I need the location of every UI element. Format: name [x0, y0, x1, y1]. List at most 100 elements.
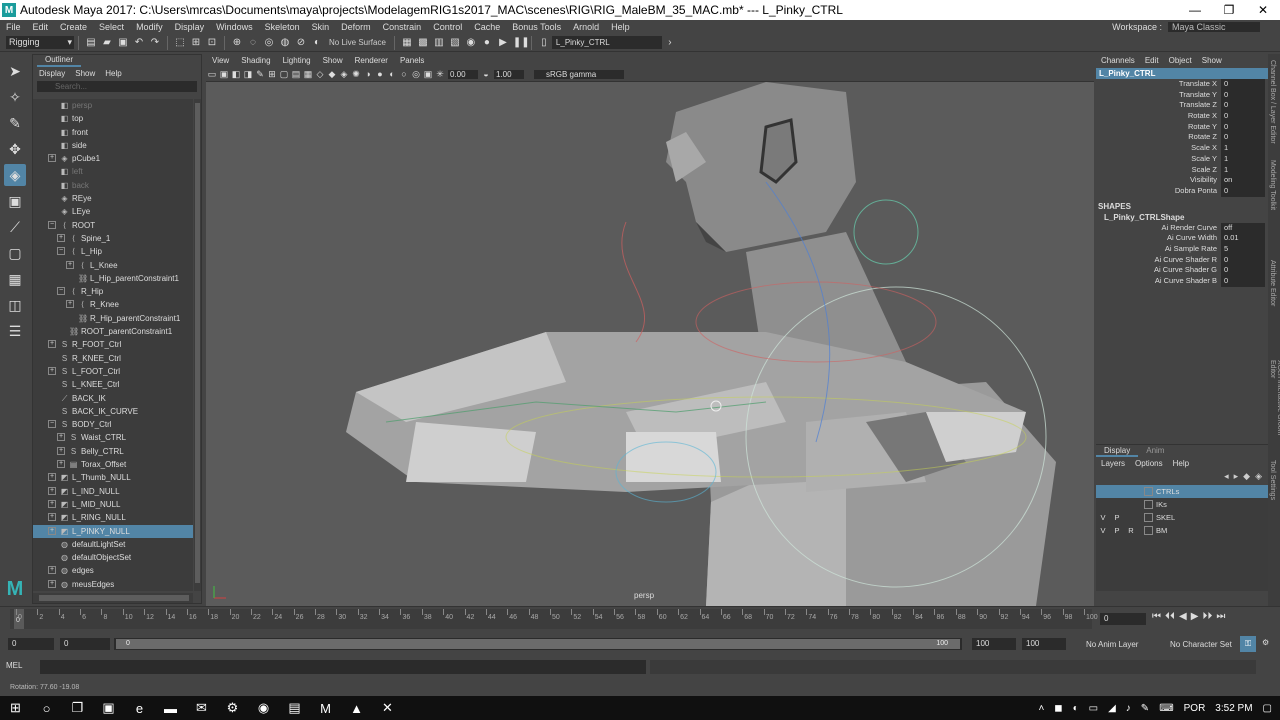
expand-icon[interactable]: +	[48, 566, 56, 575]
display-layer-row[interactable]: V P R BM	[1096, 524, 1268, 537]
quick-selection-field[interactable]: L_Pinky_CTRL	[551, 36, 662, 49]
viewport-menu-view[interactable]: View	[206, 54, 235, 67]
render-settings-icon[interactable]: ▧	[449, 37, 461, 49]
outliner-row[interactable]: − ⟨ R_Hip	[33, 285, 193, 298]
bookmark-icon[interactable]: ◧	[230, 69, 242, 80]
select-object-icon[interactable]: ⊞	[190, 37, 202, 49]
play-icon[interactable]: ▶	[497, 37, 509, 49]
channel-label[interactable]: Translate Y	[1096, 90, 1221, 101]
keyboard-icon[interactable]: ⌨	[1159, 703, 1173, 714]
expand-icon[interactable]: +	[66, 300, 74, 309]
outliner-menu-show[interactable]: Show	[75, 67, 95, 81]
outliner-row[interactable]: + ◍ meusEdges	[33, 578, 193, 591]
cortana-search-icon[interactable]: ○	[31, 701, 62, 716]
volume-icon[interactable]: ♪	[1126, 703, 1131, 714]
channel-label[interactable]: Translate X	[1096, 79, 1221, 90]
move-layer-up-icon[interactable]: ◂	[1224, 471, 1229, 485]
layer-toggle-p[interactable]: P	[1110, 513, 1124, 522]
notifications-icon[interactable]: ▢	[1263, 703, 1272, 714]
channel-label[interactable]: Translate Z	[1096, 100, 1221, 111]
tool-app-icon[interactable]: ✕	[372, 700, 403, 716]
timeline-bar[interactable]: 0 0 2 4 6 8 10 12 14 16 18 20 22 24 26 28 30 32 34 36 38 40 4…	[10, 609, 1098, 629]
settings-app-icon[interactable]: ⚙	[217, 700, 248, 716]
menu-display[interactable]: Display	[169, 22, 211, 32]
channel-label[interactable]: Ai Curve Width	[1096, 233, 1221, 244]
character-set-dropdown[interactable]: No Character Set	[1170, 640, 1232, 649]
outliner-tab[interactable]: Outliner	[37, 55, 81, 67]
new-layer-selected-icon[interactable]: ◈	[1255, 471, 1262, 485]
file-explorer-icon[interactable]: ▬	[155, 701, 186, 716]
exposure-field[interactable]: 0.00	[448, 69, 478, 79]
collapse-icon[interactable]: −	[57, 287, 65, 296]
outliner-row[interactable]: ◧ persp	[33, 99, 193, 112]
outliner-row[interactable]: − ⟨ L_Hip	[33, 245, 193, 258]
shadows-icon[interactable]: ◑	[362, 69, 374, 79]
channel-label[interactable]: Scale Z	[1096, 165, 1221, 176]
select-hierarchy-icon[interactable]: ⬚	[174, 37, 186, 49]
display-layer-row[interactable]: CTRLs	[1096, 485, 1268, 498]
channel-label[interactable]: Ai Curve Shader G	[1096, 265, 1221, 276]
open-scene-icon[interactable]: ▰	[101, 37, 113, 49]
outliner-row[interactable]: + ◩ L_RING_NULL	[33, 511, 193, 524]
color-space-dropdown[interactable]: sRGB gamma	[534, 69, 624, 79]
select-component-icon[interactable]: ⊡	[206, 37, 218, 49]
expand-icon[interactable]: +	[57, 446, 65, 455]
wireframe-icon[interactable]: ◇	[314, 69, 326, 80]
layer-toggle-v[interactable]: V	[1096, 513, 1110, 522]
display-layer-row[interactable]: IKs	[1096, 498, 1268, 511]
viewport-menu-show[interactable]: Show	[317, 54, 349, 67]
paint-select-icon[interactable]: ✎	[4, 112, 26, 134]
outliner-layout-icon[interactable]: ☰	[4, 320, 26, 342]
menu-help[interactable]: Help	[605, 22, 636, 32]
lasso-tool-icon[interactable]: ✧	[4, 86, 26, 108]
outliner-row[interactable]: S L_KNEE_Ctrl	[33, 378, 193, 391]
expand-icon[interactable]: +	[48, 473, 56, 482]
expand-icon[interactable]: +	[48, 340, 56, 349]
task-view-icon[interactable]: ❐	[62, 700, 93, 716]
resolution-gate-icon[interactable]: ▤	[290, 69, 302, 80]
outliner-row[interactable]: + ◩ L_Thumb_NULL	[33, 471, 193, 484]
select-tool-icon[interactable]: ➤	[4, 60, 26, 82]
channel-value-field[interactable]: 0	[1221, 185, 1265, 197]
anim-start-field[interactable]: 0	[8, 638, 54, 650]
outliner-row[interactable]: + S Belly_CTRL	[33, 445, 193, 458]
expand-icon[interactable]: +	[66, 260, 74, 269]
menu-set-dropdown[interactable]: Rigging	[6, 36, 74, 49]
pause-icon[interactable]: ❚❚	[513, 37, 530, 49]
edge-browser-icon[interactable]: e	[124, 701, 155, 716]
grid-toggle-icon[interactable]: ⊞	[266, 69, 278, 80]
maya-taskbar-icon[interactable]: M	[310, 701, 341, 716]
viewport-menu-panels[interactable]: Panels	[394, 54, 430, 67]
outliner-vertical-scrollbar[interactable]	[194, 99, 201, 591]
vlc-icon[interactable]: ▲	[341, 701, 372, 716]
outliner-row[interactable]: ◈ REye	[33, 192, 193, 205]
ambient-occlusion-icon[interactable]: ●	[374, 69, 386, 79]
snap-view-icon[interactable]: ◍	[279, 37, 291, 49]
playback-start-field[interactable]: 0	[60, 638, 110, 650]
play-forwards-icon[interactable]: ▶	[1191, 611, 1199, 622]
expand-icon[interactable]: +	[57, 433, 65, 442]
channel-label[interactable]: Scale X	[1096, 143, 1221, 154]
viewport-menu-shading[interactable]: Shading	[235, 54, 276, 67]
motion-blur-icon[interactable]: ◐	[386, 69, 398, 79]
layer-menu-help[interactable]: Help	[1168, 457, 1194, 471]
outliner-row[interactable]: ◧ side	[33, 139, 193, 152]
input-mode-icon[interactable]: ▯	[538, 37, 550, 49]
collapse-icon[interactable]: −	[48, 220, 56, 229]
anim-end-field[interactable]: 100	[1022, 638, 1066, 650]
xray-icon[interactable]: ▣	[422, 69, 434, 80]
clock[interactable]: 3:52 PM	[1215, 703, 1252, 714]
outliner-row[interactable]: ⛓ R_Hip_parentConstraint1	[33, 312, 193, 325]
chrome-icon[interactable]: ◉	[248, 700, 279, 716]
range-slider-thumb[interactable]: 0 100	[116, 639, 960, 649]
anim-layer-dropdown[interactable]: No Anim Layer	[1086, 640, 1138, 649]
tab-anim-layers[interactable]: Anim	[1138, 445, 1172, 457]
redo-icon[interactable]: ↷	[149, 37, 161, 49]
image-plane-icon[interactable]: ◨	[242, 69, 254, 80]
snap-grid-icon[interactable]: ⊕	[231, 37, 243, 49]
film-gate-icon[interactable]: ▢	[278, 69, 290, 80]
channel-label[interactable]: Rotate Y	[1096, 122, 1221, 133]
go-to-end-icon[interactable]: ⏭	[1216, 611, 1225, 622]
ipr-render-icon[interactable]: ▥	[433, 37, 445, 49]
expand-icon[interactable]: +	[48, 499, 56, 508]
